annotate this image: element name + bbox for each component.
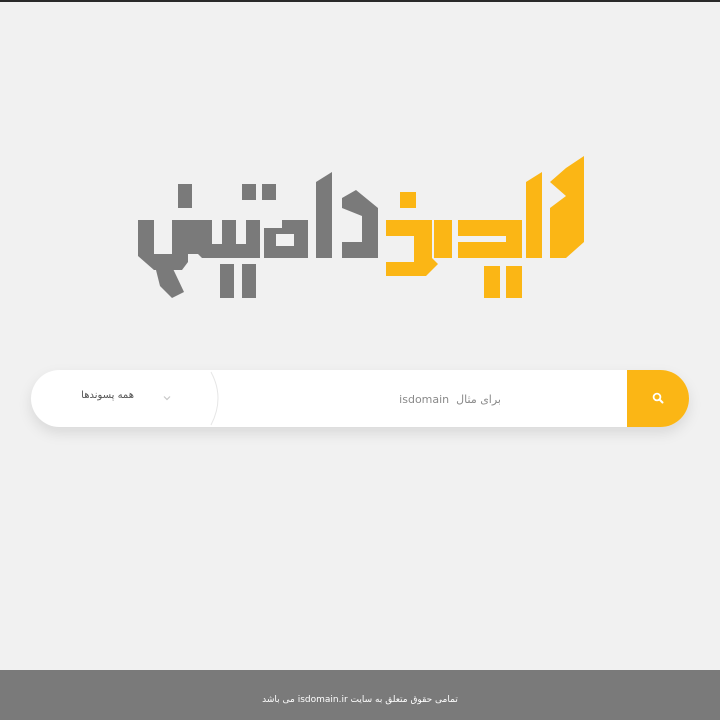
- extension-select-value: همه پسوندها: [81, 390, 134, 401]
- search-button[interactable]: [627, 370, 689, 427]
- top-border: [0, 0, 720, 2]
- divider: [210, 371, 219, 426]
- domain-search-input[interactable]: [231, 382, 501, 416]
- copyright-text: تمامی حقوق متعلق به سایت isdomain.ir می …: [262, 695, 458, 705]
- domain-search-bar: همه پسوندها: [31, 370, 689, 427]
- chevron-down-icon: [163, 396, 171, 401]
- site-logo[interactable]: [138, 146, 588, 304]
- search-icon: [652, 392, 664, 404]
- footer: تمامی حقوق متعلق به سایت isdomain.ir می …: [0, 670, 720, 720]
- extension-select[interactable]: همه پسوندها: [31, 370, 196, 427]
